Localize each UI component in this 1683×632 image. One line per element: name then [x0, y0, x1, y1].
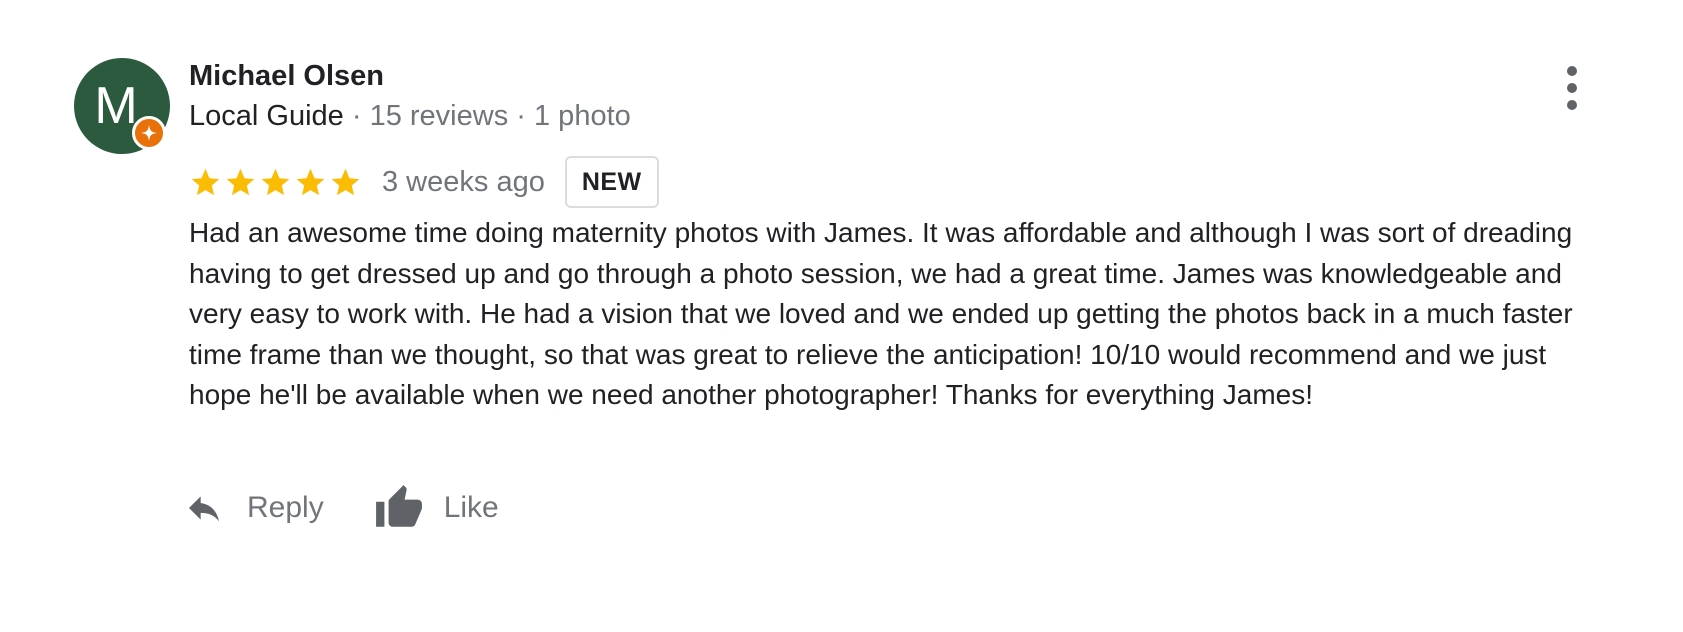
author-meta: Local Guide · 15 reviews · 1 photo [189, 96, 631, 136]
meta-separator: · [351, 100, 362, 132]
local-guide-label: Local Guide [189, 100, 344, 132]
reply-button[interactable]: Reply [181, 488, 324, 528]
thumbs-up-icon [375, 485, 422, 527]
new-badge: NEW [564, 156, 659, 208]
more-vertical-icon[interactable] [1552, 66, 1592, 110]
menu-dot [1567, 66, 1577, 76]
review-time: 3 weeks ago [382, 165, 545, 198]
like-label: Like [443, 491, 499, 524]
star-rating [189, 166, 362, 199]
reviews-count: 15 reviews [369, 100, 509, 132]
rating-row: 3 weeks ago NEW [189, 156, 659, 208]
meta-separator: · [516, 100, 526, 132]
star-icon [296, 168, 325, 195]
local-guide-star-icon [132, 116, 166, 150]
star-icon [331, 168, 360, 195]
star-icon [261, 168, 290, 195]
star-icon [191, 168, 220, 195]
star-icon [226, 168, 255, 195]
avatar[interactable]: M [74, 58, 170, 154]
like-button[interactable]: Like [374, 483, 499, 533]
reply-label: Reply [247, 491, 324, 524]
menu-dot [1567, 83, 1577, 93]
review-header: Michael Olsen Local Guide · 15 reviews ·… [189, 58, 631, 136]
review-text: Had an awesome time doing maternity phot… [189, 217, 1573, 410]
review-actions: Reply Like [181, 483, 499, 533]
photos-count: 1 photo [534, 100, 631, 132]
author-name[interactable]: Michael Olsen [189, 56, 631, 96]
reply-arrow-icon [189, 496, 219, 522]
menu-dot [1567, 100, 1577, 110]
